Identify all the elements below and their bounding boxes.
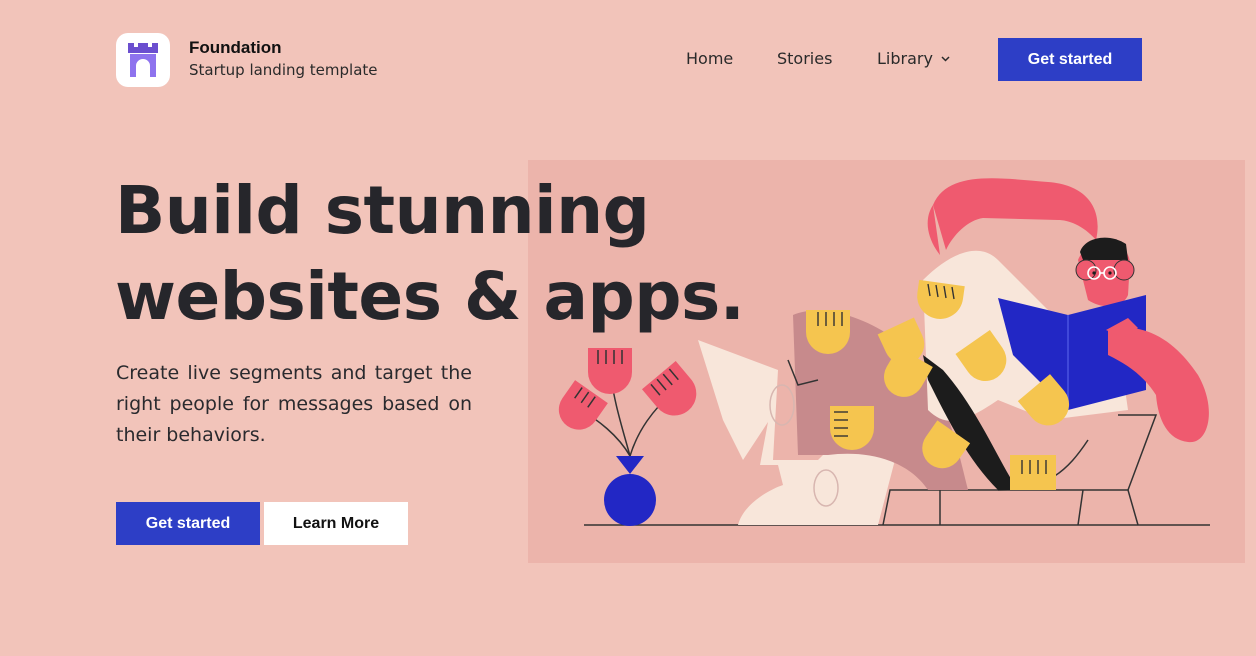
nav-get-started-button[interactable]: Get started (998, 38, 1142, 81)
hero-title-line1: Build stunning (115, 172, 650, 249)
nav-stories-link[interactable]: Stories (777, 49, 832, 68)
nav-home-link[interactable]: Home (686, 49, 733, 68)
hero-title: Build stunning websites & apps. (115, 168, 745, 340)
flower-pot-icon (558, 348, 697, 526)
hero-description: Create live segments and target the righ… (116, 362, 472, 446)
nav-library-dropdown[interactable]: Library (877, 49, 950, 68)
brand-tagline: Startup landing template (189, 61, 378, 79)
brand-logo[interactable] (116, 33, 170, 87)
hero-get-started-button[interactable]: Get started (116, 502, 260, 545)
brand-name: Foundation (189, 38, 282, 57)
nav-library-label: Library (877, 49, 933, 68)
hero-learn-more-button[interactable]: Learn More (264, 502, 408, 545)
hero-title-line2: websites & apps. (115, 258, 745, 335)
castle-gate-icon (128, 43, 158, 77)
chevron-down-icon (941, 55, 950, 62)
